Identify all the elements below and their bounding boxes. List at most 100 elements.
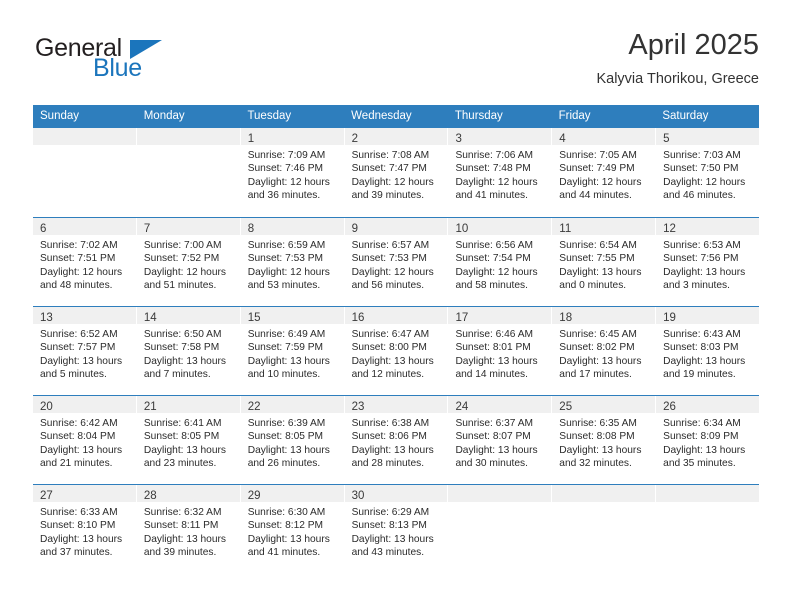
day-details: Sunrise: 6:37 AM Sunset: 8:07 PM Daylight:…	[448, 413, 551, 470]
calendar-page: General Blue April 2025 Kalyvia Thorikou…	[0, 0, 792, 612]
calendar-day-cell[interactable]: 18 Sunrise: 6:45 AM Sunset: 8:02 PM Dayligh…	[552, 307, 657, 395]
daylight-text-line1: Daylight: 13 hours	[559, 444, 642, 456]
day-number-band: 5	[656, 128, 760, 145]
day-details: Sunrise: 6:34 AM Sunset: 8:09 PM Daylight:…	[656, 413, 759, 470]
general-blue-logo[interactable]: General Blue	[33, 34, 213, 88]
calendar-day-cell-empty	[656, 485, 760, 573]
day-number: 26	[663, 401, 676, 413]
sunrise-text: Sunrise: 6:42 AM	[40, 418, 118, 429]
day-number-band: 12	[656, 218, 760, 235]
daylight-text-line2: and 14 minutes.	[455, 368, 528, 380]
day-details	[552, 502, 655, 506]
calendar-day-cell[interactable]: 27 Sunrise: 6:33 AM Sunset: 8:10 PM Dayligh…	[33, 485, 137, 573]
day-number: 16	[351, 312, 365, 324]
calendar-day-cell[interactable]: 17 Sunrise: 6:46 AM Sunset: 8:01 PM Dayligh…	[448, 307, 553, 395]
day-details: Sunrise: 6:29 AM Sunset: 8:13 PM Daylight:…	[345, 502, 448, 559]
daylight-text-line2: and 39 minutes.	[351, 189, 425, 201]
calendar-day-cell[interactable]: 16 Sunrise: 6:47 AM Sunset: 8:00 PM Dayligh…	[344, 307, 449, 395]
daylight-text-line1: Daylight: 12 hours	[455, 266, 538, 278]
sunrise-text: Sunrise: 6:32 AM	[143, 507, 222, 518]
calendar-day-cell[interactable]: 7 Sunrise: 7:00 AM Sunset: 7:52 PM Daylight…	[136, 218, 241, 306]
daylight-text-line1: Daylight: 13 hours	[559, 355, 642, 367]
sunset-text: Sunset: 7:48 PM	[455, 163, 531, 175]
sunrise-text: Sunrise: 6:33 AM	[40, 507, 118, 518]
calendar-day-cell[interactable]: 20 Sunrise: 6:42 AM Sunset: 8:04 PM Dayligh…	[33, 396, 137, 484]
day-details	[656, 502, 759, 506]
calendar-day-cell[interactable]: 10 Sunrise: 6:56 AM Sunset: 7:54 PM Dayligh…	[448, 218, 553, 306]
day-details: Sunrise: 6:47 AM Sunset: 8:00 PM Daylight:…	[345, 324, 448, 381]
day-number: 19	[663, 312, 676, 324]
calendar-grid: Sunday Monday Tuesday Wednesday Thursday…	[33, 105, 760, 573]
day-number-band: 14	[136, 307, 240, 324]
daylight-text-line1: Daylight: 13 hours	[663, 355, 746, 367]
sunset-text: Sunset: 8:07 PM	[455, 431, 531, 443]
sunset-text: Sunset: 7:53 PM	[247, 253, 324, 265]
calendar-day-cell[interactable]: 4 Sunrise: 7:05 AM Sunset: 7:49 PM Daylight…	[552, 128, 657, 217]
daylight-text-line1: Daylight: 12 hours	[559, 176, 642, 188]
daylight-text-line2: and 58 minutes.	[455, 279, 528, 291]
calendar-day-cell[interactable]: 8 Sunrise: 6:59 AM Sunset: 7:53 PM Daylight…	[240, 218, 345, 306]
calendar-day-cell[interactable]: 24 Sunrise: 6:37 AM Sunset: 8:07 PM Dayligh…	[448, 396, 553, 484]
day-number-band: 26	[656, 396, 760, 413]
calendar-day-cell[interactable]: 21 Sunrise: 6:41 AM Sunset: 8:05 PM Dayligh…	[136, 396, 241, 484]
calendar-day-cell[interactable]: 12 Sunrise: 6:53 AM Sunset: 7:56 PM Dayligh…	[656, 218, 760, 306]
calendar-day-cell-empty	[136, 128, 241, 217]
calendar-day-cell[interactable]: 23 Sunrise: 6:38 AM Sunset: 8:06 PM Dayligh…	[344, 396, 449, 484]
sunrise-text: Sunrise: 6:34 AM	[663, 418, 741, 429]
day-details: Sunrise: 6:57 AM Sunset: 7:53 PM Daylight:…	[345, 235, 448, 292]
sunrise-text: Sunrise: 7:09 AM	[247, 150, 326, 161]
day-number-band: 7	[136, 218, 240, 235]
sunrise-text: Sunrise: 6:30 AM	[247, 507, 326, 518]
daylight-text-line1: Daylight: 13 hours	[143, 355, 226, 367]
daylight-text-line1: Daylight: 12 hours	[351, 176, 434, 188]
daylight-text-line1: Daylight: 12 hours	[351, 266, 434, 278]
sunrise-text: Sunrise: 6:39 AM	[247, 418, 326, 429]
sunrise-text: Sunrise: 7:02 AM	[40, 240, 118, 251]
calendar-day-cell[interactable]: 30 Sunrise: 6:29 AM Sunset: 8:13 PM Dayligh…	[344, 485, 449, 573]
calendar-day-cell[interactable]: 6 Sunrise: 7:02 AM Sunset: 7:51 PM Daylight…	[33, 218, 137, 306]
page-subtitle: Kalyvia Thorikou, Greece	[596, 71, 759, 87]
sunrise-text: Sunrise: 7:06 AM	[455, 150, 534, 161]
calendar-day-cell[interactable]: 19 Sunrise: 6:43 AM Sunset: 8:03 PM Dayligh…	[656, 307, 760, 395]
calendar-day-cell[interactable]: 25 Sunrise: 6:35 AM Sunset: 8:08 PM Dayligh…	[552, 396, 657, 484]
day-number-band: 17	[448, 307, 552, 324]
daylight-text-line1: Daylight: 13 hours	[351, 355, 434, 367]
sunrise-text: Sunrise: 6:49 AM	[247, 329, 326, 340]
calendar-day-cell[interactable]: 15 Sunrise: 6:49 AM Sunset: 7:59 PM Dayligh…	[240, 307, 345, 395]
sunset-text: Sunset: 8:08 PM	[559, 431, 635, 443]
day-details: Sunrise: 6:54 AM Sunset: 7:55 PM Daylight:…	[552, 235, 655, 292]
daylight-text-line1: Daylight: 12 hours	[455, 176, 538, 188]
day-details: Sunrise: 6:41 AM Sunset: 8:05 PM Daylight:…	[137, 413, 240, 470]
sunrise-text: Sunrise: 6:54 AM	[559, 240, 637, 251]
sunrise-text: Sunrise: 6:53 AM	[663, 240, 741, 251]
calendar-day-cell[interactable]: 22 Sunrise: 6:39 AM Sunset: 8:05 PM Dayligh…	[240, 396, 345, 484]
page-header: General Blue April 2025 Kalyvia Thorikou…	[33, 28, 759, 98]
calendar-day-cell[interactable]: 5 Sunrise: 7:03 AM Sunset: 7:50 PM Daylight…	[656, 128, 760, 217]
day-number: 27	[40, 490, 53, 502]
calendar-day-cell[interactable]: 26 Sunrise: 6:34 AM Sunset: 8:09 PM Dayligh…	[656, 396, 760, 484]
calendar-day-cell[interactable]: 2 Sunrise: 7:08 AM Sunset: 7:47 PM Daylight…	[344, 128, 449, 217]
calendar-day-cell[interactable]: 29 Sunrise: 6:30 AM Sunset: 8:12 PM Dayligh…	[240, 485, 345, 573]
sunset-text: Sunset: 7:52 PM	[143, 253, 220, 265]
day-number-band: 3	[448, 128, 552, 145]
sunset-text: Sunset: 7:51 PM	[40, 253, 116, 265]
sunset-text: Sunset: 8:12 PM	[247, 520, 324, 532]
daylight-text-line2: and 5 minutes.	[40, 368, 107, 380]
day-number: 4	[559, 133, 566, 145]
calendar-day-cell[interactable]: 11 Sunrise: 6:54 AM Sunset: 7:55 PM Dayligh…	[552, 218, 657, 306]
calendar-day-cell[interactable]: 3 Sunrise: 7:06 AM Sunset: 7:48 PM Daylight…	[448, 128, 553, 217]
calendar-day-cell[interactable]: 14 Sunrise: 6:50 AM Sunset: 7:58 PM Dayligh…	[136, 307, 241, 395]
calendar-day-cell[interactable]: 1 Sunrise: 7:09 AM Sunset: 7:46 PM Daylight…	[240, 128, 345, 217]
sunset-text: Sunset: 8:09 PM	[663, 431, 739, 443]
day-number-band: 25	[552, 396, 656, 413]
calendar-day-cell[interactable]: 13 Sunrise: 6:52 AM Sunset: 7:57 PM Dayligh…	[33, 307, 137, 395]
calendar-day-cell-empty	[33, 128, 137, 217]
sunrise-text: Sunrise: 7:00 AM	[143, 240, 222, 251]
calendar-day-cell[interactable]: 9 Sunrise: 6:57 AM Sunset: 7:53 PM Daylight…	[344, 218, 449, 306]
day-details: Sunrise: 6:45 AM Sunset: 8:02 PM Daylight:…	[552, 324, 655, 381]
sunrise-text: Sunrise: 6:41 AM	[143, 418, 222, 429]
calendar-day-cell[interactable]: 28 Sunrise: 6:32 AM Sunset: 8:11 PM Dayligh…	[136, 485, 241, 573]
daylight-text-line1: Daylight: 12 hours	[247, 266, 330, 278]
day-number-band: 27	[33, 485, 136, 502]
day-details: Sunrise: 6:52 AM Sunset: 7:57 PM Daylight:…	[33, 324, 136, 381]
